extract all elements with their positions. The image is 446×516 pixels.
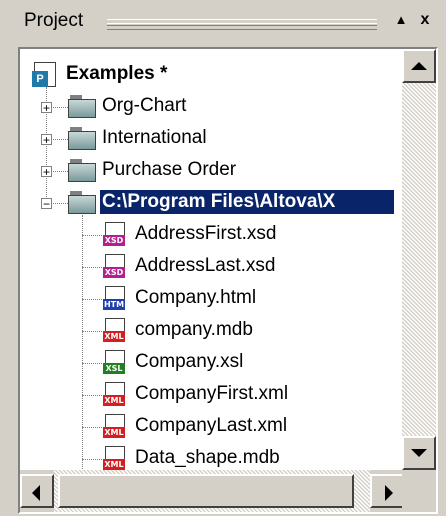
tree-file-label: company.mdb — [135, 319, 253, 340]
tree-file-item[interactable]: XML company.mdb — [20, 315, 406, 347]
arrow-up-icon — [411, 62, 427, 70]
folder-icon — [68, 127, 96, 150]
file-type-badge: XML — [103, 395, 125, 406]
panel-title-bar: Project ▲ x — [10, 6, 440, 38]
file-type-badge: XML — [103, 331, 125, 342]
panel-title: Project — [24, 10, 84, 31]
tree-file-item[interactable]: XML CompanyLast.xml — [20, 411, 406, 443]
file-icon: XSD — [103, 254, 127, 282]
folder-body-shape — [68, 163, 96, 182]
scroll-left-button[interactable] — [20, 474, 54, 508]
tree-connector-line — [82, 299, 102, 300]
tree-file-label: Company.html — [135, 287, 257, 308]
project-tree-panel: P Examples * + Org-Chart + International + Purc… — [18, 47, 438, 514]
tree-file-label: Data_shape.mdb — [135, 447, 280, 468]
pin-button[interactable]: ▲ — [392, 10, 410, 30]
tree-file-label: CompanyLast.xml — [135, 415, 288, 436]
file-type-badge: XSD — [103, 235, 125, 246]
tree-folder-item[interactable]: + Purchase Order — [20, 155, 406, 187]
scroll-down-button[interactable] — [402, 436, 436, 470]
close-button[interactable]: x — [416, 10, 434, 30]
arrow-left-icon — [32, 485, 40, 501]
arrow-down-icon — [411, 449, 427, 457]
file-icon: XML — [103, 446, 127, 470]
horizontal-scrollbar[interactable] — [20, 470, 404, 512]
tree-folder-label: Purchase Order — [102, 159, 237, 180]
tree-file-label: Company.xsl — [135, 351, 244, 372]
tree-connector-line — [82, 363, 102, 364]
tree-connector-line — [82, 427, 102, 428]
file-icon: XSL — [103, 350, 127, 378]
tree-file-item[interactable]: XSD AddressLast.xsd — [20, 251, 406, 283]
folder-icon — [68, 159, 96, 182]
project-icon: P — [32, 62, 58, 88]
tree-file-item[interactable]: XSL Company.xsl — [20, 347, 406, 379]
file-type-badge: XML — [103, 427, 125, 438]
file-icon: HTM — [103, 286, 127, 314]
file-icon: XML — [103, 414, 127, 442]
collapse-toggle[interactable]: − — [41, 198, 52, 210]
folder-icon — [68, 95, 96, 118]
horizontal-scroll-thumb[interactable] — [58, 474, 354, 508]
tree-connector-line — [82, 459, 102, 460]
tree-connector-line — [82, 267, 102, 268]
expand-toggle[interactable]: + — [41, 102, 52, 114]
project-badge: P — [32, 71, 48, 87]
file-icon: XML — [103, 318, 127, 346]
scroll-up-button[interactable] — [402, 49, 436, 83]
scroll-right-button[interactable] — [370, 474, 404, 508]
tree-root-label: Examples * — [66, 63, 168, 84]
folder-body-shape — [68, 195, 96, 214]
tree-folder-label: International — [102, 127, 207, 148]
folder-body-shape — [68, 131, 96, 150]
expand-toggle[interactable]: + — [41, 166, 52, 178]
tree-folder-item[interactable]: − C:\Program Files\Altova\X — [20, 187, 406, 219]
tree-file-label: AddressFirst.xsd — [135, 223, 277, 244]
tree-file-item[interactable]: XSD AddressFirst.xsd — [20, 219, 406, 251]
tree-folder-label: C:\Program Files\Altova\X — [100, 190, 394, 214]
expand-toggle[interactable]: + — [41, 134, 52, 146]
file-type-badge: HTM — [103, 299, 125, 310]
arrow-right-icon — [385, 485, 393, 501]
tree-file-label: AddressLast.xsd — [135, 255, 276, 276]
tree-folder-item[interactable]: + International — [20, 123, 406, 155]
tree-root-item[interactable]: P Examples * — [20, 59, 406, 91]
drag-grip[interactable] — [107, 19, 377, 30]
tree-file-label: CompanyFirst.xml — [135, 383, 289, 404]
tree-folder-item[interactable]: + Org-Chart — [20, 91, 406, 123]
tree-file-item[interactable]: XML Data_shape.mdb — [20, 443, 406, 470]
file-icon: XML — [103, 382, 127, 410]
file-type-badge: XML — [103, 459, 125, 470]
project-tree: P Examples * + Org-Chart + International + Purc… — [20, 49, 406, 470]
file-icon: XSD — [103, 222, 127, 250]
vertical-scroll-track[interactable] — [402, 83, 436, 436]
file-type-badge: XSL — [103, 363, 125, 374]
tree-connector-line — [82, 331, 102, 332]
file-type-badge: XSD — [103, 267, 125, 278]
scrollbar-corner — [402, 470, 436, 512]
tree-file-item[interactable]: XML CompanyFirst.xml — [20, 379, 406, 411]
tree-connector-line — [82, 235, 102, 236]
folder-body-shape — [68, 99, 96, 118]
folder-icon — [68, 191, 96, 214]
tree-file-item[interactable]: HTM Company.html — [20, 283, 406, 315]
vertical-scrollbar[interactable] — [402, 49, 436, 470]
tree-connector-line — [82, 395, 102, 396]
tree-folder-label: Org-Chart — [102, 95, 187, 116]
